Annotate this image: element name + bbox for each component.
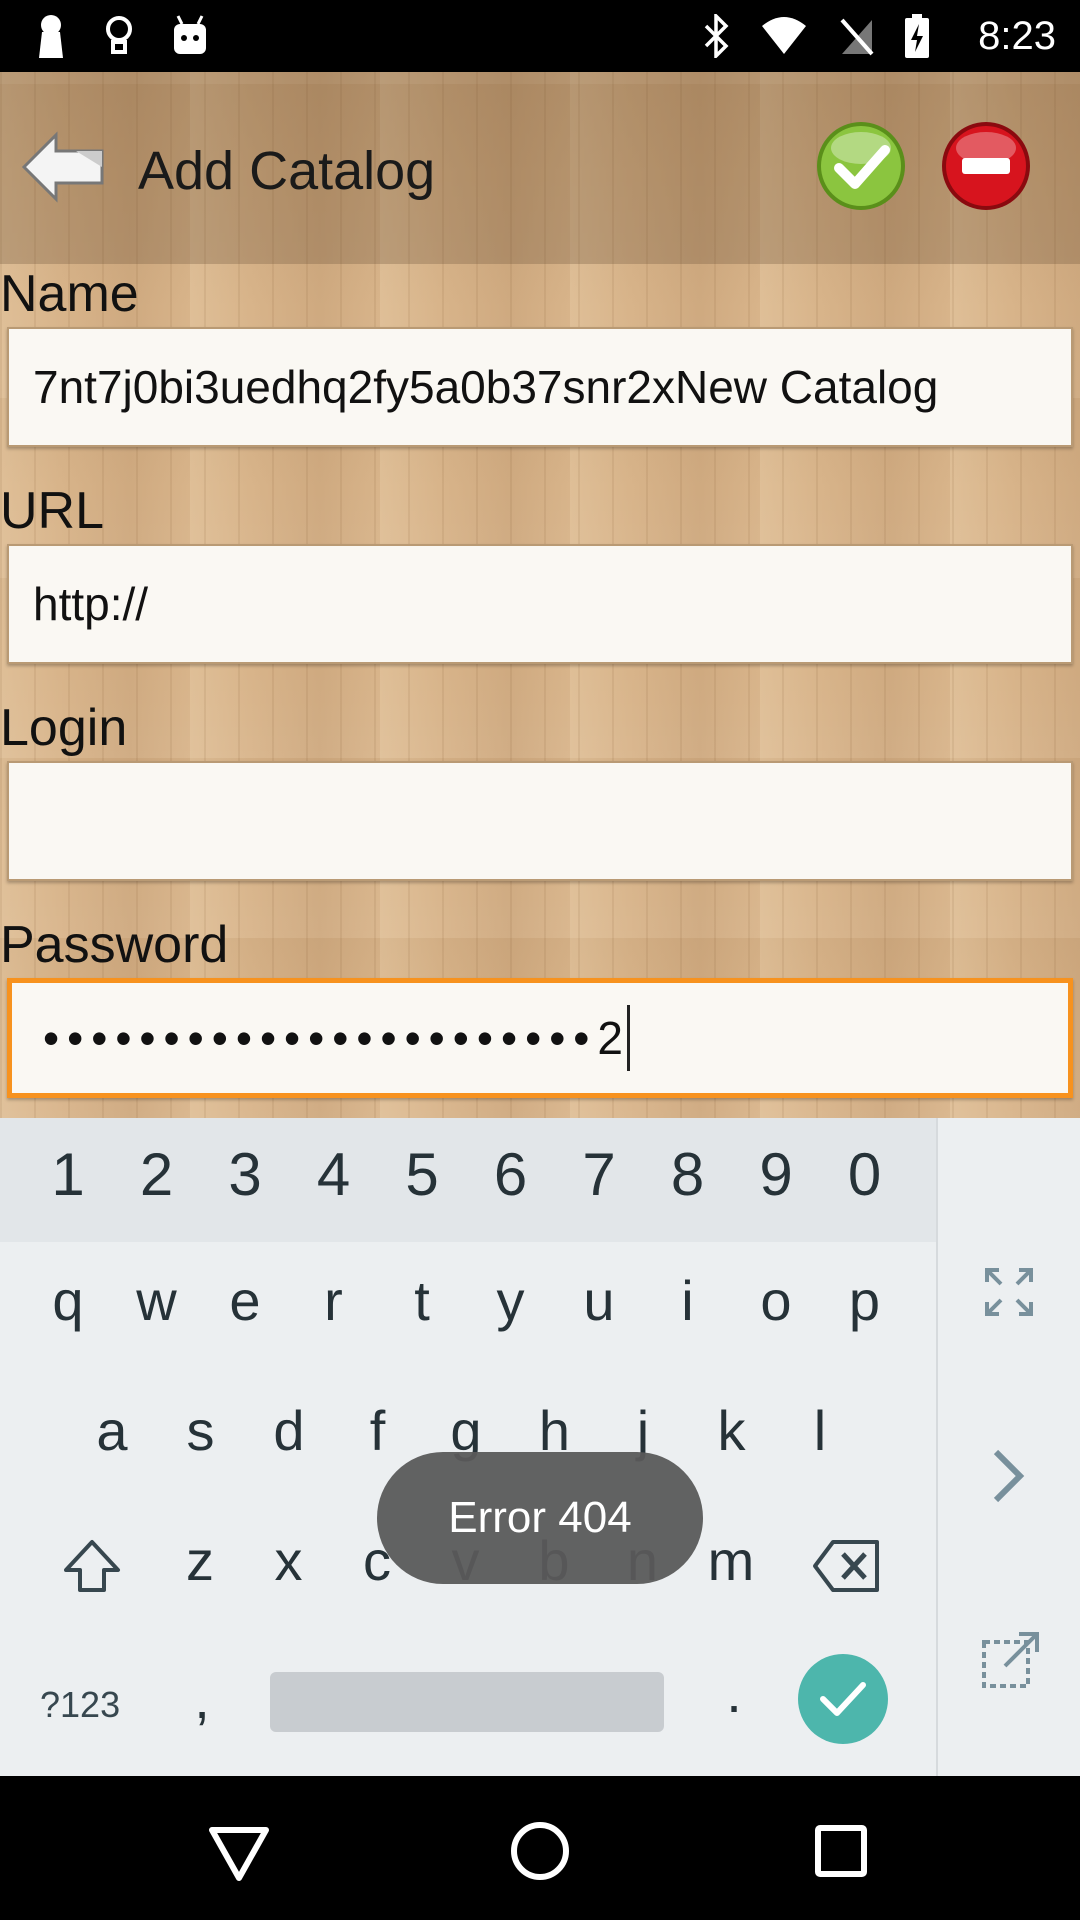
key-1[interactable]: 1 bbox=[32, 1140, 104, 1209]
chevron-right-icon bbox=[993, 1449, 1025, 1503]
key-6[interactable]: 6 bbox=[475, 1140, 547, 1209]
password-last-char: 2 bbox=[597, 1012, 623, 1064]
name-field[interactable]: 7nt7j0bi3uedhq2fy5a0b37snr2xNew Catalog bbox=[7, 327, 1073, 447]
key-o[interactable]: o bbox=[740, 1268, 812, 1333]
key-9[interactable]: 9 bbox=[740, 1140, 812, 1209]
symbols-key[interactable]: ?123 bbox=[40, 1684, 120, 1726]
key-z[interactable]: z bbox=[164, 1528, 236, 1593]
status-time: 8:23 bbox=[978, 14, 1056, 58]
key-7[interactable]: 7 bbox=[563, 1140, 635, 1209]
key-r[interactable]: r bbox=[298, 1268, 370, 1333]
green-check-icon bbox=[817, 122, 905, 210]
key-u[interactable]: u bbox=[563, 1268, 635, 1333]
back-triangle-icon bbox=[209, 1827, 269, 1881]
next-button[interactable] bbox=[990, 1448, 1026, 1509]
text-caret bbox=[627, 1005, 630, 1071]
key-a[interactable]: a bbox=[76, 1398, 148, 1463]
expand-icon bbox=[985, 1268, 1033, 1316]
nav-recents-button[interactable] bbox=[806, 1816, 876, 1886]
navigation-bar bbox=[0, 1776, 1080, 1920]
red-minus-icon bbox=[942, 122, 1030, 210]
period-key[interactable]: . bbox=[714, 1660, 754, 1725]
comma-key[interactable]: , bbox=[182, 1666, 222, 1731]
wifi-icon bbox=[762, 17, 806, 54]
bluetooth-icon bbox=[704, 14, 729, 58]
popout-button[interactable] bbox=[981, 1628, 1043, 1695]
back-button[interactable] bbox=[18, 127, 108, 207]
url-value: http:// bbox=[33, 578, 149, 630]
check-icon bbox=[820, 1682, 866, 1716]
key-x[interactable]: x bbox=[253, 1528, 325, 1593]
name-value: 7nt7j0bi3uedhq2fy5a0b37snr2xNew Catalog bbox=[33, 361, 939, 413]
keyboard-side-panel bbox=[936, 1118, 1080, 1776]
confirm-button[interactable] bbox=[815, 120, 907, 212]
login-field[interactable] bbox=[7, 761, 1073, 881]
nav-back-button[interactable] bbox=[204, 1816, 274, 1886]
error-toast: Error 404 bbox=[377, 1452, 703, 1584]
home-circle-icon bbox=[511, 1822, 569, 1880]
backspace-icon bbox=[813, 1540, 879, 1592]
cancel-button[interactable] bbox=[940, 120, 1032, 212]
backspace-key[interactable] bbox=[806, 1538, 886, 1607]
url-field[interactable]: http:// bbox=[7, 544, 1073, 664]
key-f[interactable]: f bbox=[342, 1398, 414, 1463]
password-label: Password bbox=[0, 916, 229, 974]
keyhole-icon bbox=[39, 15, 63, 58]
key-d[interactable]: d bbox=[253, 1398, 325, 1463]
space-key[interactable] bbox=[270, 1672, 664, 1732]
done-key[interactable] bbox=[798, 1654, 888, 1744]
login-label: Login bbox=[0, 699, 128, 757]
url-label: URL bbox=[0, 482, 105, 540]
key-y[interactable]: y bbox=[475, 1268, 547, 1333]
shift-icon bbox=[64, 1540, 120, 1592]
key-3[interactable]: 3 bbox=[209, 1140, 281, 1209]
expand-button[interactable] bbox=[983, 1266, 1035, 1323]
key-i[interactable]: i bbox=[652, 1268, 724, 1333]
status-bar: 8:23 bbox=[0, 0, 1080, 72]
name-label: Name bbox=[0, 265, 139, 323]
page-title: Add Catalog bbox=[138, 141, 436, 201]
password-field[interactable]: ••••••••••••••••••••••• 2 bbox=[7, 978, 1073, 1098]
key-5[interactable]: 5 bbox=[386, 1140, 458, 1209]
key-8[interactable]: 8 bbox=[652, 1140, 724, 1209]
key-4[interactable]: 4 bbox=[298, 1140, 370, 1209]
key-w[interactable]: w bbox=[121, 1268, 193, 1333]
key-l[interactable]: l bbox=[784, 1398, 856, 1463]
key-s[interactable]: s bbox=[165, 1398, 237, 1463]
key-0[interactable]: 0 bbox=[829, 1140, 901, 1209]
key-t[interactable]: t bbox=[386, 1268, 458, 1333]
catalog-form: Name 7nt7j0bi3uedhq2fy5a0b37snr2xNew Cat… bbox=[0, 264, 1080, 1118]
no-sim-icon bbox=[840, 18, 874, 56]
popout-icon bbox=[982, 1632, 1039, 1688]
action-bar: Add Catalog bbox=[0, 72, 1080, 264]
soft-keyboard: 1234567890qwertyuiopasdfghjklzxcvbnm ?12… bbox=[0, 1118, 1080, 1776]
recents-square-icon bbox=[815, 1825, 867, 1877]
key-2[interactable]: 2 bbox=[121, 1140, 193, 1209]
key-k[interactable]: k bbox=[696, 1398, 768, 1463]
key-e[interactable]: e bbox=[209, 1268, 281, 1333]
lightbulb-icon bbox=[106, 16, 132, 54]
android-icon bbox=[174, 15, 206, 54]
shift-key[interactable] bbox=[52, 1536, 132, 1609]
key-p[interactable]: p bbox=[829, 1268, 901, 1333]
key-m[interactable]: m bbox=[695, 1528, 767, 1593]
back-arrow-icon bbox=[21, 131, 104, 203]
battery-charging-icon bbox=[905, 14, 929, 58]
password-masked: ••••••••••••••••••••••• bbox=[43, 1012, 598, 1064]
nav-home-button[interactable] bbox=[505, 1816, 575, 1886]
key-q[interactable]: q bbox=[32, 1268, 104, 1333]
